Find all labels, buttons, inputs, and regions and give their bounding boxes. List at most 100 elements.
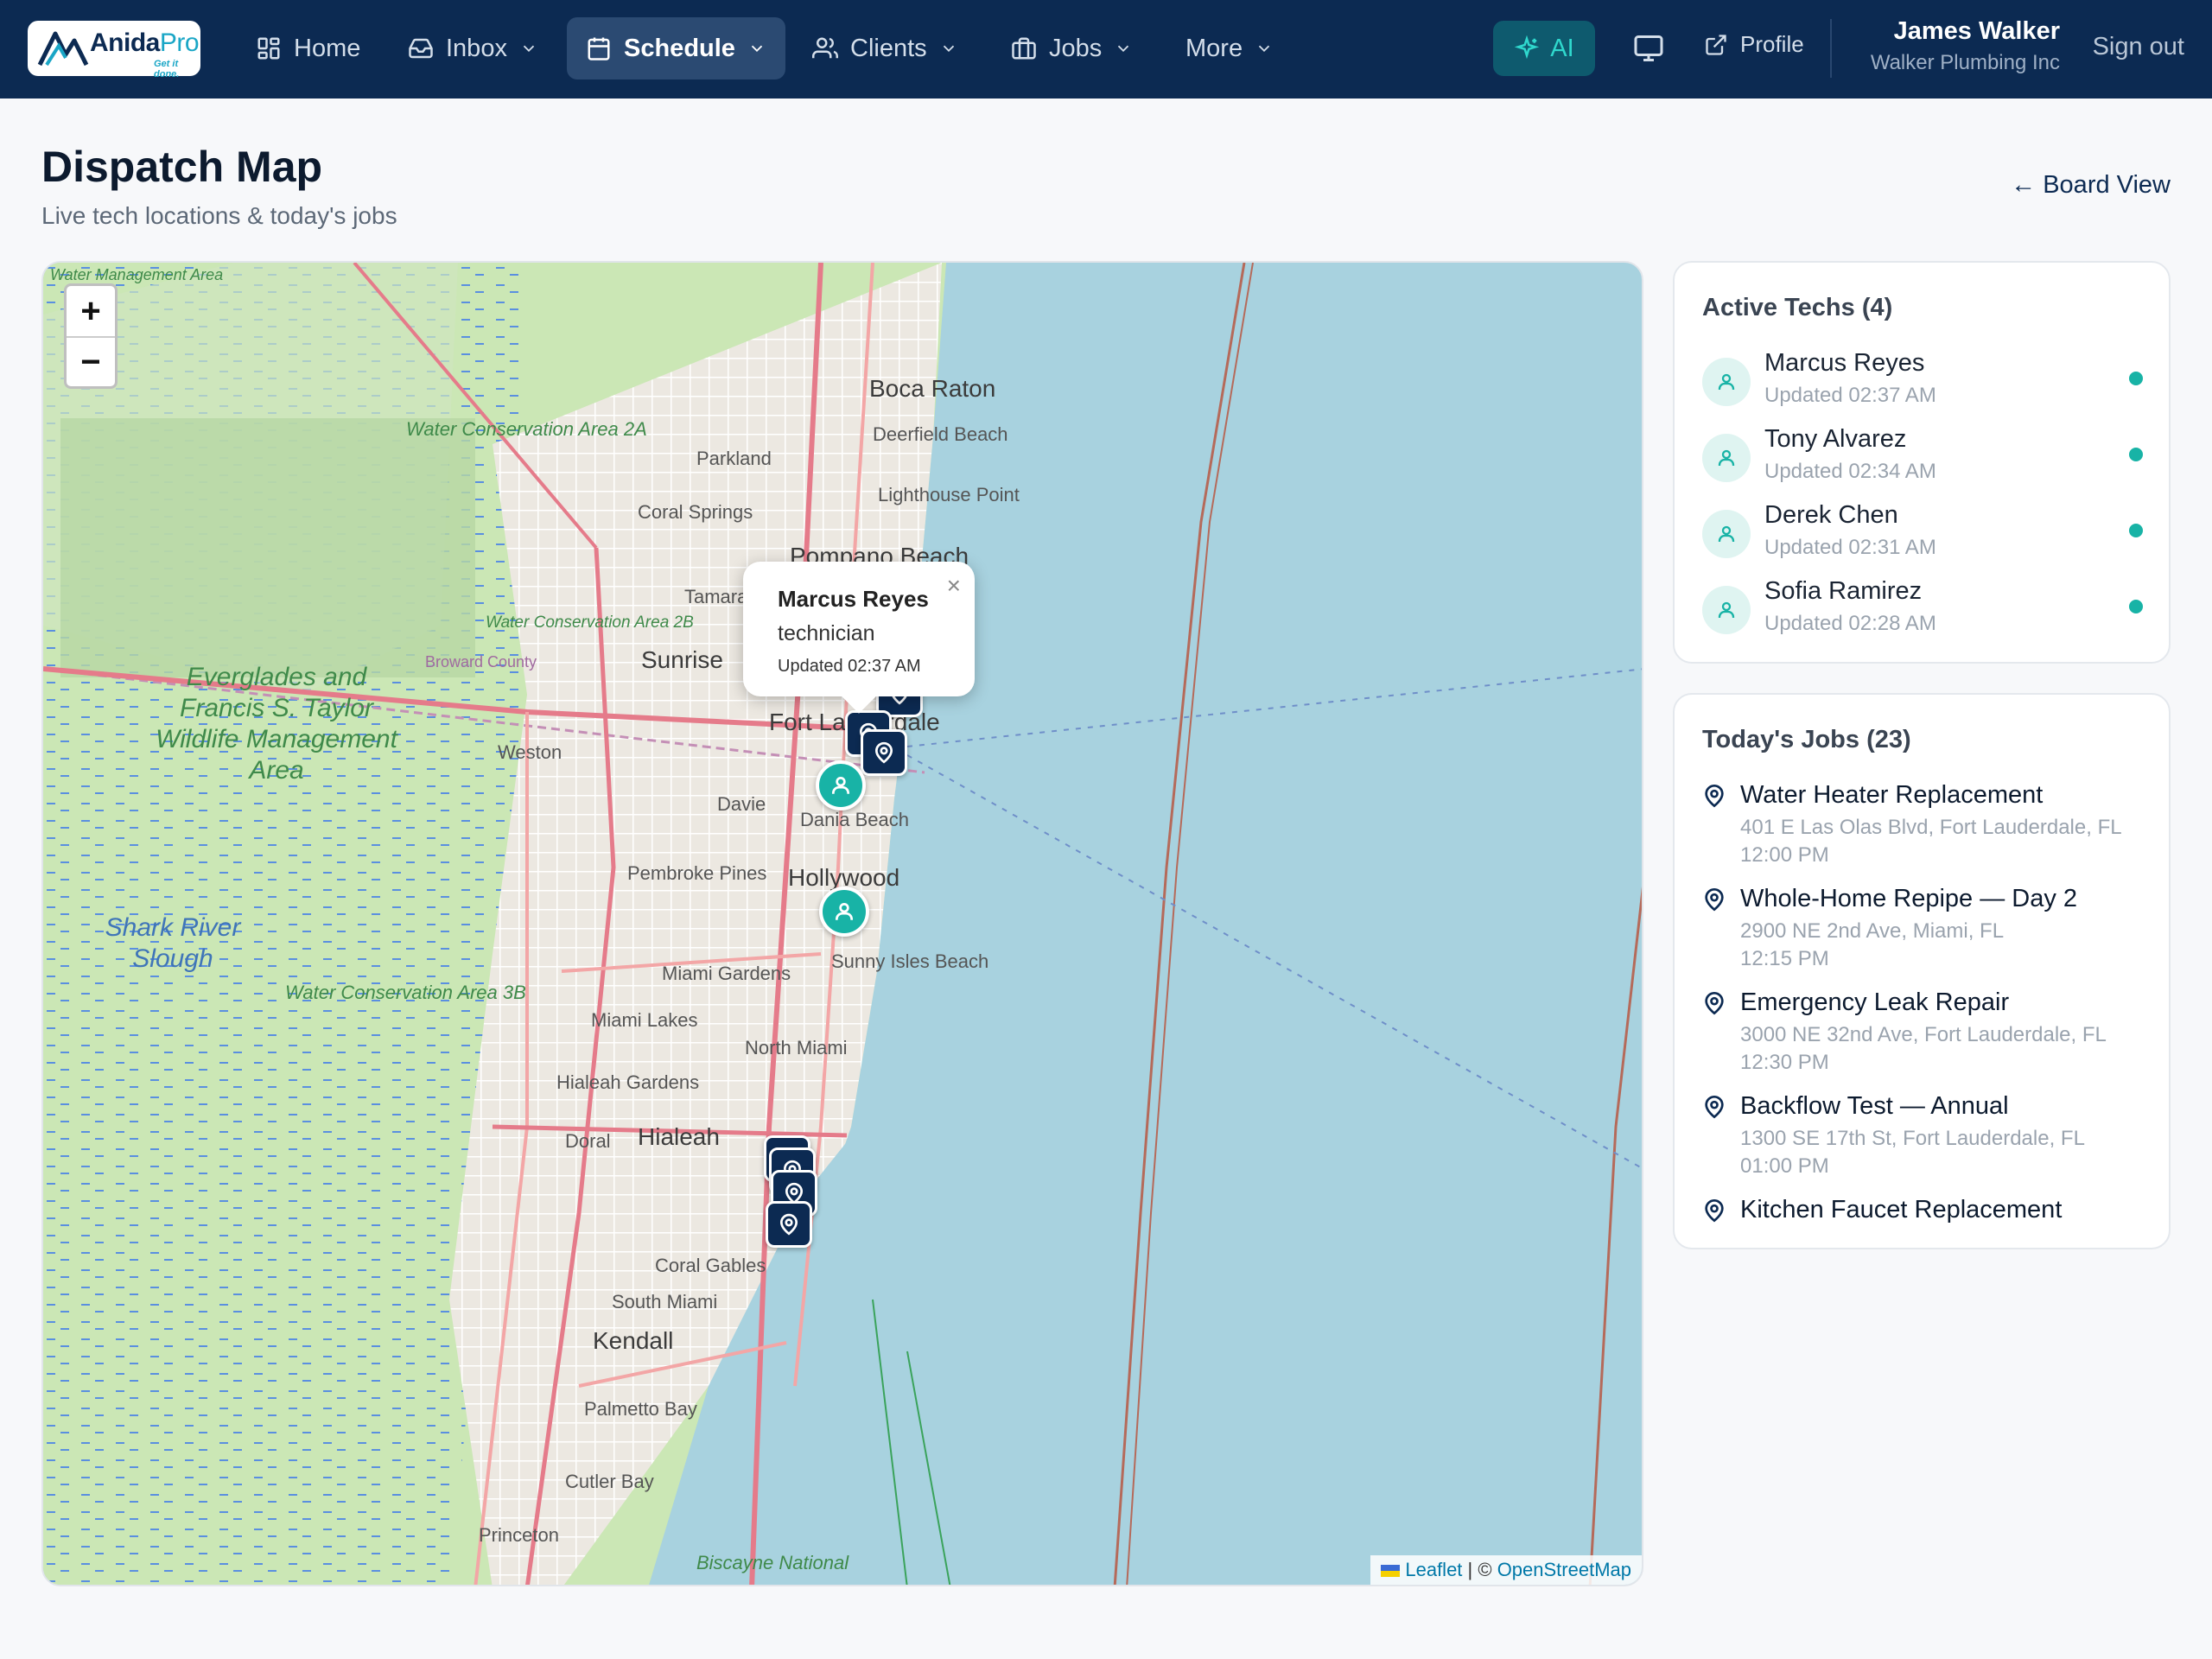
online-status-dot	[2129, 448, 2143, 461]
external-link-icon	[1706, 34, 1726, 55]
sign-out-link[interactable]: Sign out	[2093, 33, 2184, 61]
job-marker[interactable]	[861, 729, 907, 776]
map-label-area: Water Conservation Area 2B	[486, 613, 694, 632]
tech-list-item[interactable]: Sofia Ramirez Updated 02:28 AM	[1702, 577, 2143, 646]
map-label-city: Hialeah Gardens	[556, 1071, 700, 1093]
job-time: 12:30 PM	[1740, 1051, 1829, 1074]
map-label-area: Water Conservation Area 2A	[406, 418, 647, 440]
map-label-city: Dania Beach	[800, 809, 909, 830]
map-pin-icon	[1702, 1198, 1726, 1224]
map-label-city: Deerfield Beach	[873, 423, 1008, 445]
user-info: James Walker Walker Plumbing Inc	[1871, 17, 2060, 75]
sparkles-icon	[1515, 35, 1540, 60]
tech-list-item[interactable]: Marcus Reyes Updated 02:37 AM	[1702, 349, 2143, 418]
board-view-link[interactable]: ← Board View	[2011, 171, 2171, 200]
job-title: Kitchen Faucet Replacement	[1740, 1196, 2063, 1224]
tech-updated: Updated 02:31 AM	[1764, 536, 1936, 559]
tech-list-item[interactable]: Tony Alvarez Updated 02:34 AM	[1702, 425, 2143, 494]
chevron-down-icon	[1258, 45, 1270, 53]
ai-button-label: AI	[1550, 34, 1574, 62]
profile-label: Profile	[1740, 31, 1804, 57]
todays-jobs-title: Today's Jobs (23)	[1702, 726, 1911, 753]
active-techs-panel: Active Techs (4) Marcus Reyes Updated 02…	[1673, 261, 2171, 664]
map-label-city: Coral Springs	[638, 501, 753, 523]
profile-link[interactable]: Profile	[1704, 31, 1804, 58]
job-time: 01:00 PM	[1740, 1154, 1829, 1178]
app-logo[interactable]: AnidaPro Get it done.	[28, 21, 200, 79]
tech-name: Derek Chen	[1764, 501, 1898, 529]
map-pin-icon	[1702, 783, 1726, 809]
map-label-area: Water Conservation Area 3B	[285, 982, 526, 1003]
map-label-city: Davie	[717, 793, 766, 815]
nav-more[interactable]: More	[1166, 17, 1293, 79]
popup-updated-time: Updated 02:37 AM	[778, 657, 921, 676]
job-address: 1300 SE 17th St, Fort Lauderdale, FL	[1740, 1127, 2085, 1150]
user-icon	[1718, 525, 1735, 542]
map-pin-icon	[1702, 1094, 1726, 1120]
tech-updated: Updated 02:28 AM	[1764, 612, 1936, 635]
dispatch-map[interactable]: Boca Raton Deerfield Beach Parkland Ligh…	[41, 261, 1643, 1586]
brand-tagline: Get it done.	[154, 59, 180, 79]
display-mode-button[interactable]	[1633, 33, 1664, 64]
chevron-down-icon	[523, 45, 535, 53]
map-label-city: South Miami	[612, 1291, 718, 1313]
online-status-dot	[2129, 524, 2143, 537]
job-marker[interactable]	[766, 1201, 812, 1248]
map-label-county: Broward County	[425, 653, 537, 671]
map-label-area: Water Management Area	[50, 266, 224, 283]
page-subtitle: Live tech locations & today's jobs	[41, 202, 397, 229]
chevron-down-icon	[943, 45, 954, 53]
avatar	[1702, 434, 1751, 482]
calendar-icon	[588, 37, 610, 60]
user-company: Walker Plumbing Inc	[1870, 51, 2060, 74]
nav-home[interactable]: Home	[237, 17, 379, 79]
job-address: 401 E Las Olas Blvd, Fort Lauderdale, FL	[1740, 816, 2122, 839]
tech-updated: Updated 02:34 AM	[1764, 460, 1936, 483]
map-label-area: Everglades and Francis S. Taylor Wildlif…	[156, 663, 397, 785]
attribution-separator: | ©	[1462, 1559, 1497, 1580]
popup-tech-role: technician	[778, 621, 875, 645]
map-label-city: Lighthouse Point	[878, 484, 1020, 505]
grid-icon	[257, 37, 280, 60]
osm-link[interactable]: OpenStreetMap	[1497, 1559, 1631, 1580]
nav-clients[interactable]: Clients	[793, 17, 977, 79]
map-label-area: Shark River Slough	[105, 913, 241, 973]
nav-divider	[1830, 19, 1832, 78]
tech-marker[interactable]	[816, 760, 866, 810]
leaflet-link[interactable]: Leaflet	[1405, 1559, 1462, 1580]
map-label-city: Princeton	[479, 1524, 559, 1546]
map-label-city: Miami Lakes	[591, 1009, 698, 1031]
nav-jobs[interactable]: Jobs	[992, 17, 1152, 79]
user-icon	[1718, 449, 1735, 466]
map-label-city: Miami Gardens	[662, 963, 791, 984]
page-title: Dispatch Map	[41, 143, 323, 191]
nav-schedule-label: Schedule	[624, 34, 735, 62]
brand-name: AnidaPro	[90, 29, 200, 57]
user-icon	[1718, 373, 1735, 390]
zoom-control: + −	[64, 283, 118, 389]
nav-inbox[interactable]: Inbox	[389, 17, 557, 79]
job-time: 12:00 PM	[1740, 843, 1829, 867]
nav-inbox-label: Inbox	[446, 34, 507, 62]
tech-name: Tony Alvarez	[1764, 425, 1907, 453]
ai-button[interactable]: AI	[1493, 21, 1595, 76]
nav-schedule[interactable]: Schedule	[567, 17, 785, 79]
tech-marker[interactable]	[819, 887, 869, 937]
avatar	[1702, 358, 1751, 406]
nav-more-label: More	[1185, 34, 1243, 62]
popup-close-button[interactable]: ×	[947, 572, 961, 600]
inbox-icon	[409, 38, 433, 59]
tech-list-item[interactable]: Derek Chen Updated 02:31 AM	[1702, 501, 2143, 570]
online-status-dot	[2129, 600, 2143, 613]
map-label-city: Sunrise	[641, 646, 723, 673]
job-address: 2900 NE 2nd Ave, Miami, FL	[1740, 919, 2005, 943]
job-title: Water Heater Replacement	[1740, 781, 2044, 809]
zoom-out-button[interactable]: −	[67, 336, 115, 386]
map-pin-icon	[1702, 887, 1726, 912]
zoom-in-button[interactable]: +	[67, 286, 115, 336]
chevron-down-icon	[751, 45, 763, 53]
job-title: Backflow Test — Annual	[1740, 1092, 2009, 1120]
map-label-city: North Miami	[745, 1037, 848, 1058]
map-label-city: Coral Gables	[655, 1255, 766, 1276]
map-label-city: Weston	[498, 741, 563, 763]
